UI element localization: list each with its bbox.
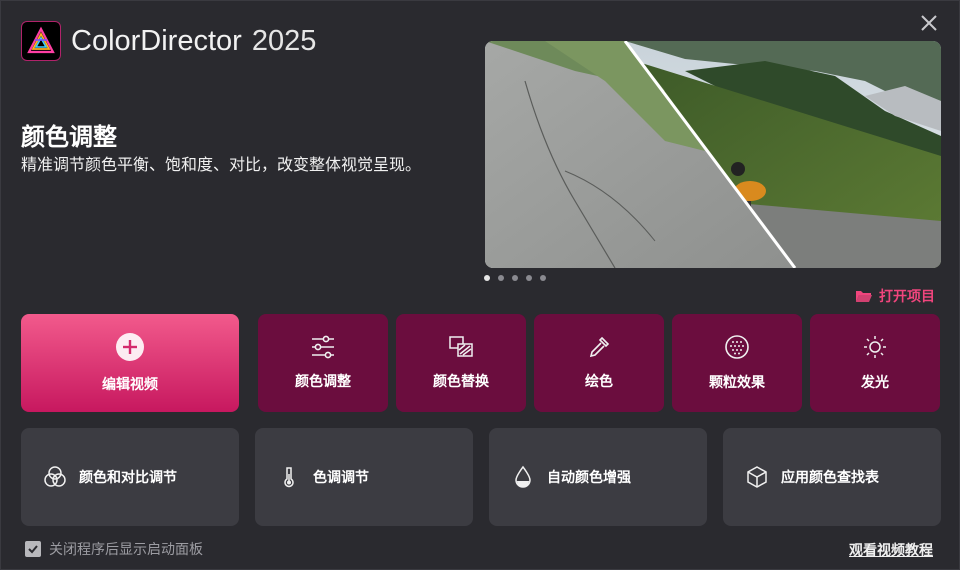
tool-label: 颜色和对比调节: [79, 470, 177, 486]
edit-video-button[interactable]: 编辑视频: [21, 314, 239, 412]
carousel-dot-5[interactable]: [540, 275, 546, 281]
app-name: ColorDirector: [71, 24, 242, 57]
open-project-button[interactable]: 打开项目: [855, 286, 935, 306]
close-icon: [921, 15, 937, 31]
app-title: ColorDirector 2025: [71, 21, 316, 61]
feature-label: 颜色替换: [433, 374, 489, 390]
thermometer-icon: [284, 467, 294, 488]
launch-panel: ColorDirector 2025 颜色调整 精准调节颜色平衡、饱和度、对比，…: [0, 0, 960, 570]
cube-icon: [747, 466, 767, 488]
feature-color-replace-button[interactable]: 颜色替换: [396, 314, 526, 412]
show-startup-panel-checkbox[interactable]: 关闭程序后显示启动面板: [25, 539, 203, 559]
carousel-dot-4[interactable]: [526, 275, 532, 281]
tool-apply-lut-button[interactable]: 应用颜色查找表: [723, 428, 941, 526]
feature-title: 颜色调整: [21, 123, 117, 151]
feature-label: 绘色: [585, 374, 613, 390]
tool-color-contrast-button[interactable]: 颜色和对比调节: [21, 428, 239, 526]
feature-label: 颗粒效果: [709, 375, 765, 391]
carousel-dots: [484, 275, 546, 283]
checkmark-icon: [28, 545, 38, 554]
checkbox-box[interactable]: [25, 541, 41, 557]
grain-icon: [725, 335, 749, 359]
watch-video-tutorial-link[interactable]: 观看视频教程: [849, 540, 933, 560]
feature-color-adjust-button[interactable]: 颜色调整: [258, 314, 388, 412]
feature-preview-image: [485, 41, 941, 268]
feature-glow-button[interactable]: 发光: [810, 314, 940, 412]
tool-tone-adjust-button[interactable]: 色调调节: [255, 428, 473, 526]
open-project-label: 打开项目: [879, 289, 935, 305]
color-circles-icon: [44, 466, 66, 487]
edit-video-label: 编辑视频: [102, 377, 158, 393]
tool-label: 应用颜色查找表: [781, 470, 879, 486]
eyedropper-icon: [589, 336, 610, 358]
tool-label: 色调调节: [313, 470, 369, 486]
app-year: 2025: [251, 24, 317, 57]
folder-open-icon: [856, 291, 872, 302]
plus-circle-icon: [116, 333, 144, 361]
tool-label: 自动颜色增强: [547, 470, 631, 486]
startup-checkbox-label: 关闭程序后显示启动面板: [49, 542, 203, 558]
color-replace-icon: [449, 336, 473, 357]
carousel-dot-1[interactable]: [484, 275, 490, 281]
sliders-icon: [312, 335, 334, 359]
droplet-icon: [515, 465, 531, 488]
feature-label: 颜色调整: [295, 374, 351, 390]
feature-grain-effect-button[interactable]: 颗粒效果: [672, 314, 802, 412]
feature-description: 精准调节颜色平衡、饱和度、对比，改变整体视觉呈现。: [21, 155, 422, 174]
sun-glow-icon: [864, 336, 886, 358]
tool-auto-enhance-button[interactable]: 自动颜色增强: [489, 428, 707, 526]
feature-label: 发光: [861, 375, 889, 391]
feature-paint-color-button[interactable]: 绘色: [534, 314, 664, 412]
carousel-dot-3[interactable]: [512, 275, 518, 281]
colordirector-logo-icon: [21, 21, 61, 61]
carousel-dot-2[interactable]: [498, 275, 504, 281]
close-button[interactable]: [915, 9, 943, 37]
